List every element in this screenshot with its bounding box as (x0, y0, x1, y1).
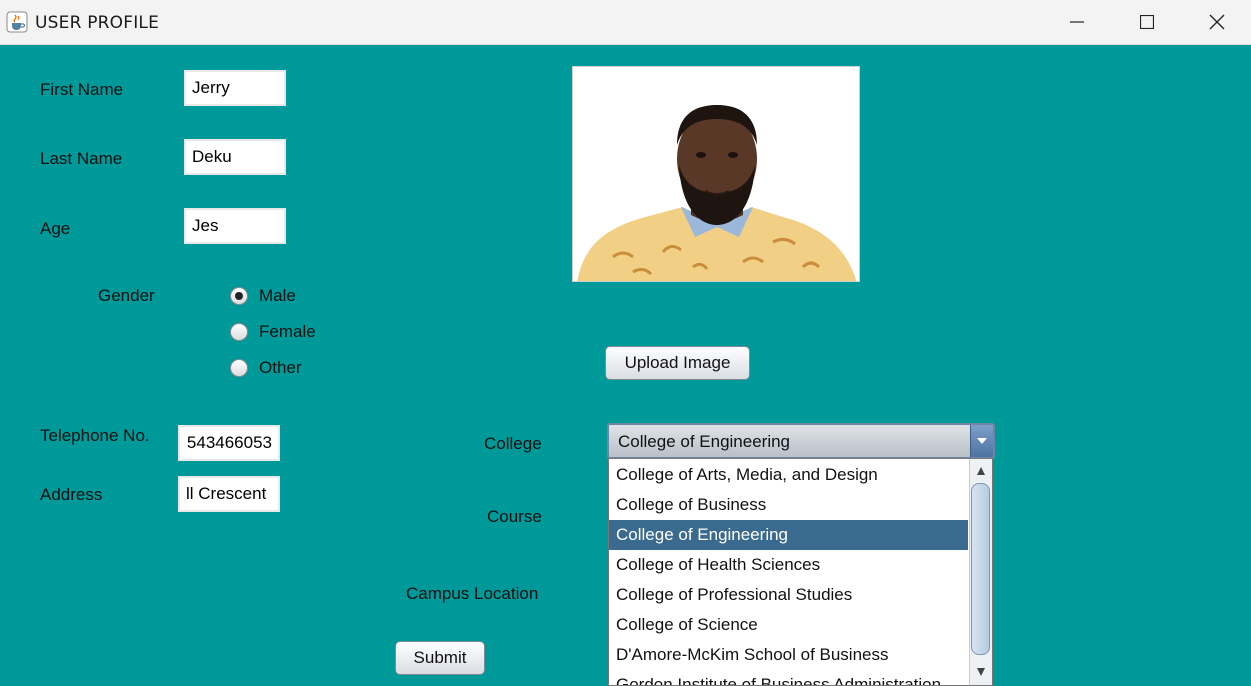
close-icon (1209, 14, 1225, 30)
age-field[interactable]: Jes (184, 208, 286, 244)
dropdown-scrollbar[interactable] (969, 459, 992, 685)
college-label: College (484, 434, 542, 453)
campus-location-label: Campus Location (406, 584, 539, 603)
radio-male-label: Male (259, 286, 296, 305)
scroll-thumb[interactable] (971, 483, 990, 655)
radio-other[interactable] (230, 359, 248, 377)
title-bar: USER PROFILE (0, 0, 1251, 45)
gender-radio-male[interactable]: Male (230, 286, 296, 306)
chevron-down-icon (977, 438, 987, 444)
college-dropdown-list[interactable]: College of Arts, Media, and Design Colle… (608, 458, 993, 686)
course-label: Course (487, 507, 542, 526)
telephone-field[interactable]: 543466053 (178, 425, 280, 461)
minimize-icon (1070, 21, 1084, 23)
gender-label: Gender (98, 286, 155, 305)
upload-image-button[interactable]: Upload Image (605, 346, 750, 380)
profile-photo (572, 66, 860, 282)
dropdown-option[interactable]: College of Arts, Media, and Design (609, 460, 968, 490)
maximize-icon (1140, 15, 1154, 29)
scroll-down-arrow-icon[interactable] (973, 663, 989, 681)
address-label: Address (40, 485, 103, 504)
radio-female[interactable] (230, 323, 248, 341)
dropdown-option-selected[interactable]: College of Engineering (609, 520, 968, 550)
telephone-value: 543466053 (186, 433, 272, 452)
radio-other-label: Other (259, 358, 302, 377)
dropdown-option[interactable]: College of Business (609, 490, 968, 520)
dropdown-option[interactable]: College of Science (609, 610, 968, 640)
address-field[interactable]: ll Crescent (178, 476, 280, 512)
close-button[interactable] (1182, 0, 1251, 44)
last-name-field[interactable]: Deku (184, 139, 286, 175)
first-name-field[interactable]: Jerry (184, 70, 286, 106)
first-name-label: First Name (40, 80, 124, 99)
radio-female-label: Female (259, 322, 316, 341)
dropdown-option[interactable]: College of Health Sciences (609, 550, 968, 580)
submit-button[interactable]: Submit (395, 641, 485, 675)
college-select-arrow[interactable] (970, 425, 993, 457)
telephone-label: Telephone No. (40, 426, 150, 445)
minimize-button[interactable] (1042, 0, 1112, 44)
age-label: Age (40, 219, 71, 238)
java-cup-icon (6, 11, 28, 33)
gender-radio-female[interactable]: Female (230, 322, 316, 342)
radio-male[interactable] (230, 287, 248, 305)
dropdown-option[interactable]: College of Professional Studies (609, 580, 968, 610)
dropdown-option[interactable]: Gordon Institute of Business Administrat… (609, 670, 968, 685)
dropdown-option[interactable]: D'Amore-McKim School of Business (609, 640, 968, 670)
maximize-button[interactable] (1112, 0, 1182, 44)
scroll-up-arrow-icon[interactable] (973, 462, 989, 480)
college-select[interactable]: College of Engineering (607, 423, 995, 459)
form-panel: First Name Jerry Last Name Deku Age Jes … (3, 45, 1248, 686)
college-select-value: College of Engineering (618, 432, 791, 451)
gender-radio-other[interactable]: Other (230, 358, 302, 378)
window-title: USER PROFILE (35, 13, 160, 33)
last-name-label: Last Name (40, 149, 123, 168)
